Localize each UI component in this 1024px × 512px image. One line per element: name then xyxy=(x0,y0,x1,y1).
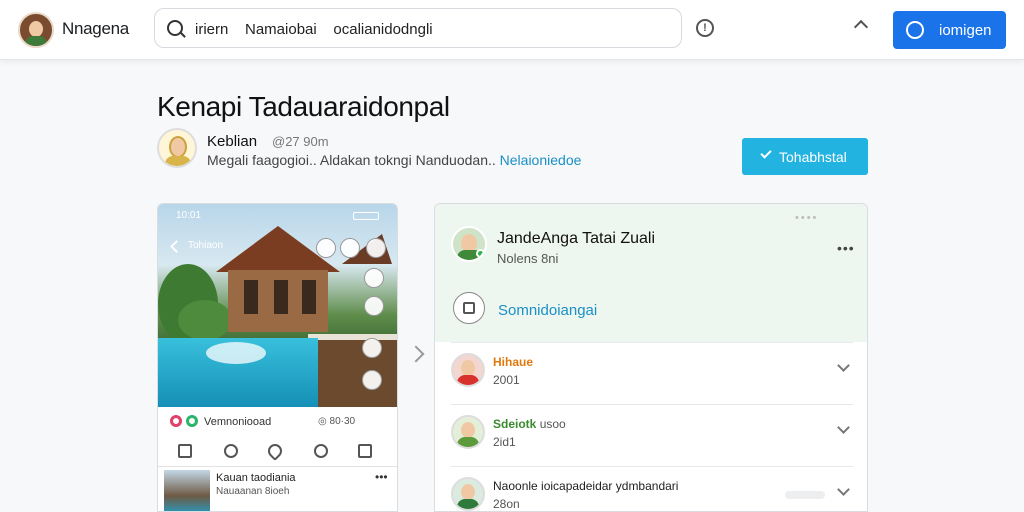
story-ring-icon xyxy=(186,415,198,427)
chevron-down-icon[interactable] xyxy=(837,359,850,372)
post-caption-title: Kauan taodiania xyxy=(216,472,296,484)
comment-author-name: Sdeiotk xyxy=(493,417,537,431)
text-icon[interactable] xyxy=(362,370,382,390)
comment-meta: 28on xyxy=(493,497,520,511)
back-label: Tohiaon xyxy=(188,240,224,251)
panel-header: •••• JandeAnga Tatai Zuali Nolens 8ni ••… xyxy=(435,204,867,342)
brand-name[interactable]: Nnagena xyxy=(62,19,129,39)
panel-subtitle: Nolens 8ni xyxy=(497,251,559,266)
comment-icon[interactable] xyxy=(314,444,328,458)
comment-meta: 2001 xyxy=(493,373,520,387)
author-handle: @27 90m xyxy=(272,134,329,149)
camera-icon[interactable] xyxy=(366,238,386,258)
more-icon[interactable]: ••• xyxy=(837,240,855,256)
more-icon[interactable]: ••• xyxy=(375,470,388,484)
chevron-down-icon[interactable] xyxy=(837,483,850,496)
comment-author[interactable]: Hihaue xyxy=(493,355,533,369)
brand-avatar[interactable] xyxy=(18,12,54,48)
deck-rail xyxy=(308,334,397,340)
author-avatar[interactable] xyxy=(157,128,197,168)
comment-author[interactable]: Naoonle ioicapadeidar ydmbandari xyxy=(493,479,678,493)
author-description: Megali faagogioi.. Aldakan tokngi Nanduo… xyxy=(207,152,581,168)
comment-author-name: Naoonle xyxy=(493,479,538,493)
placeholder-bar xyxy=(785,491,825,499)
search-icon xyxy=(167,20,183,36)
battery-icon xyxy=(353,212,379,220)
install-button[interactable]: Tohabhstal xyxy=(742,138,868,175)
page-title: Kenapi Tadauaraidonpal xyxy=(157,91,450,122)
community-icon[interactable] xyxy=(453,292,485,324)
comment-row[interactable]: Naoonle ioicapadeidar ydmbandari 28on xyxy=(451,466,853,511)
login-icon xyxy=(906,21,924,39)
deck xyxy=(308,334,397,407)
comment-row[interactable]: Hihaue 2001 xyxy=(451,342,853,404)
post-thumbnail[interactable] xyxy=(164,470,210,511)
online-dot xyxy=(476,249,485,258)
author-desc-text: Megali faagogioi.. Aldakan tokngi Nanduo… xyxy=(207,152,500,168)
comment-avatar[interactable] xyxy=(451,415,485,449)
edit-icon[interactable] xyxy=(364,268,384,288)
post-account[interactable]: Vemnoniooad xyxy=(204,416,271,428)
splash xyxy=(206,342,266,364)
window-dots: •••• xyxy=(795,212,819,224)
story-ring-icon xyxy=(170,415,182,427)
post-preview-phone: 10:01 Tohiaon Vemnoniooad ◎ 80·30 Kauan … xyxy=(157,203,398,512)
panel-title: JandeAnga Tatai Zuali xyxy=(497,230,656,247)
comment-row[interactable]: Sdeiotk usoo 2id1 xyxy=(451,404,853,466)
install-label: Tohabhstal xyxy=(779,149,847,165)
record-icon[interactable] xyxy=(362,338,382,358)
share-icon[interactable] xyxy=(358,444,372,458)
back-icon[interactable] xyxy=(170,240,183,253)
edit-icon[interactable] xyxy=(364,296,384,316)
community-link[interactable]: Somnidoiangai xyxy=(498,302,597,319)
comments-panel: •••• JandeAnga Tatai Zuali Nolens 8ni ••… xyxy=(434,203,868,512)
chevron-down-icon[interactable] xyxy=(837,421,850,434)
login-label: iomigen xyxy=(939,22,992,39)
search-input[interactable]: iriern Namaiobai ocalianidodngli xyxy=(154,8,682,48)
bookmark-icon[interactable] xyxy=(178,444,192,458)
chevron-up-icon[interactable] xyxy=(853,19,869,35)
post-stats: ◎ 80·30 xyxy=(318,416,356,427)
search-value: iriern Namaiobai ocalianidodngli xyxy=(195,21,433,38)
status-time: 10:01 xyxy=(176,210,202,221)
music-icon[interactable] xyxy=(340,238,360,258)
comment-author[interactable]: Sdeiotk usoo xyxy=(493,417,566,431)
author-link[interactable]: Nelaioniedoe xyxy=(500,152,582,168)
comment-avatar[interactable] xyxy=(451,353,485,387)
chevron-right-icon[interactable] xyxy=(407,345,425,363)
repost-icon[interactable] xyxy=(224,444,238,458)
comment-author-suffix: usoo xyxy=(539,417,566,431)
login-button[interactable]: iomigen xyxy=(893,11,1006,49)
camera-icon[interactable] xyxy=(316,238,336,258)
post-image[interactable]: 10:01 Tohiaon xyxy=(158,204,397,407)
panel-avatar[interactable] xyxy=(451,226,487,262)
comment-author-suffix: ioicapadeidar ydmbandari xyxy=(541,479,679,493)
comment-avatar[interactable] xyxy=(451,477,485,511)
post-caption-subtitle: Nauaanan 8ioeh xyxy=(216,486,290,497)
info-icon[interactable]: ! xyxy=(696,19,714,37)
top-bar: Nnagena iriern Namaiobai ocalianidodngli… xyxy=(0,0,1024,60)
author-name[interactable]: Keblian xyxy=(207,133,257,150)
check-icon xyxy=(760,147,772,159)
comment-meta: 2id1 xyxy=(493,435,516,449)
